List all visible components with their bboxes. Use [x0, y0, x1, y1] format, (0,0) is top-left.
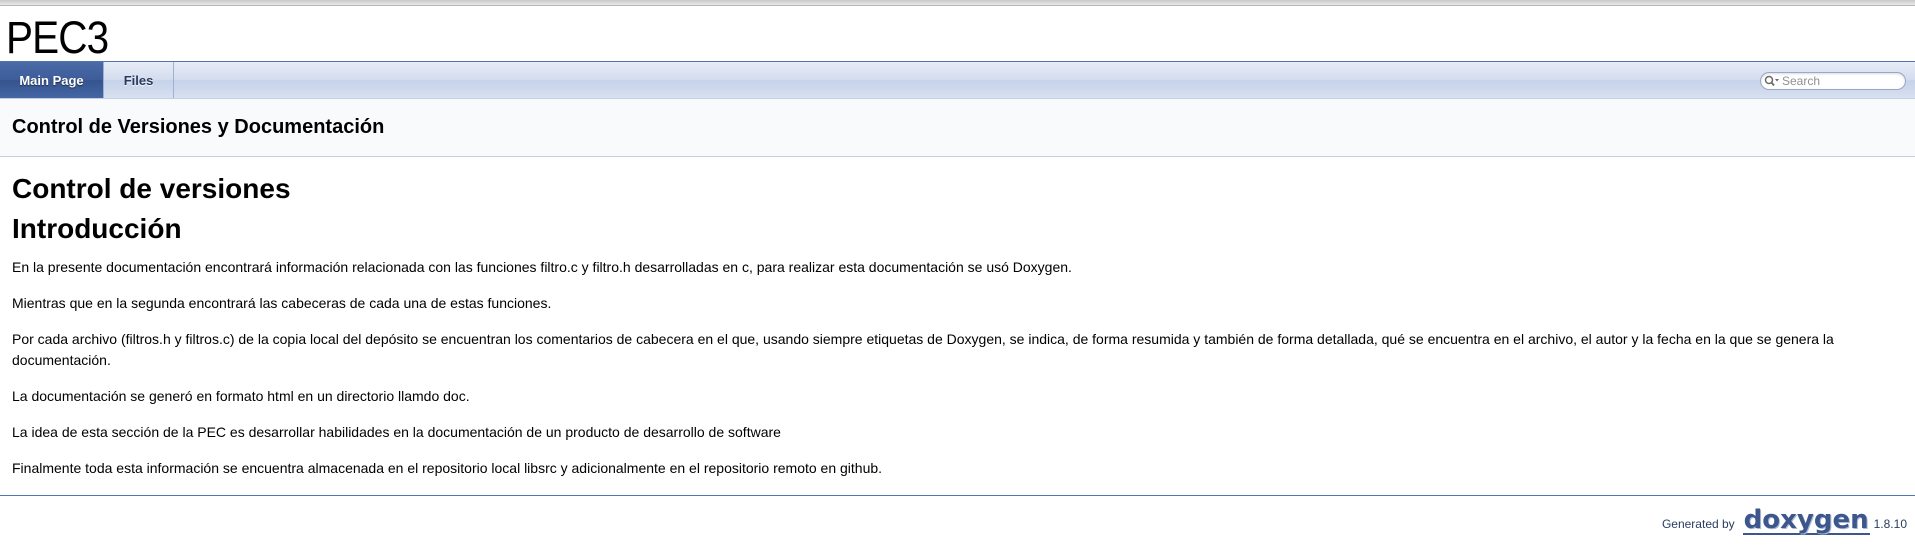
search-icon[interactable] — [1764, 74, 1780, 88]
paragraph: Finalmente toda esta información se encu… — [12, 460, 883, 476]
footer: Generated by doxygen 1.8.10 — [1662, 507, 1907, 535]
footer-divider — [0, 495, 1915, 496]
paragraph: Por cada archivo (filtros.h y filtros.c)… — [12, 331, 1834, 368]
project-name: PEC3 — [6, 12, 109, 63]
paragraph: La idea de esta sección de la PEC es des… — [12, 424, 781, 440]
page-header: Control de Versiones y Documentación — [0, 99, 1915, 157]
search-input[interactable] — [1780, 74, 1900, 88]
doxygen-version: 1.8.10 — [1873, 517, 1907, 531]
title-area: PEC3 — [0, 6, 1915, 63]
nav-bar: Main Page Files — [0, 62, 1915, 99]
generated-by-label: Generated by — [1661, 517, 1735, 531]
page-title: Control de Versiones y Documentación — [12, 116, 385, 138]
search-box[interactable] — [1760, 72, 1906, 90]
main-contents: Control de versiones Introducción En la … — [0, 157, 1915, 479]
section-heading: Control de versiones — [12, 173, 291, 204]
paragraph: La documentación se generó en formato ht… — [12, 388, 470, 404]
paragraph: Mientras que en la segunda encontrará la… — [12, 295, 552, 311]
paragraph: En la presente documentación encontrará … — [12, 259, 1072, 275]
section-heading: Introducción — [12, 213, 182, 244]
doxygen-logo-link[interactable]: doxygen — [1742, 507, 1870, 535]
tab-main-page[interactable]: Main Page — [0, 62, 104, 98]
tab-files[interactable]: Files — [104, 62, 174, 98]
